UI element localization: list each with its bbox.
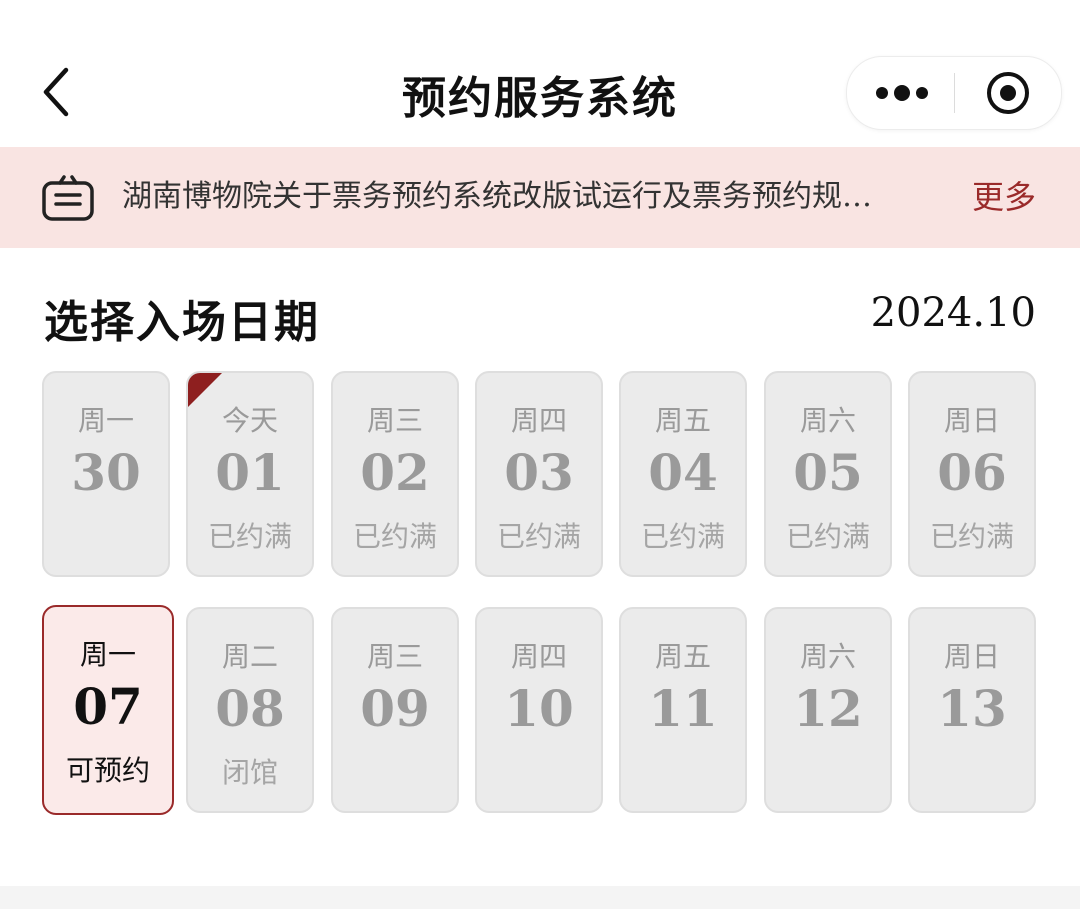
day-weekday: 周二 [221,640,278,673]
day-status: 已约满 [352,520,437,553]
day-weekday: 周日 [943,404,1000,437]
announcement-icon [42,175,94,221]
day-status: 闭馆 [221,756,278,789]
day-date: 04 [648,443,718,502]
notice-bar[interactable]: 湖南博物院关于票务预约系统改版试运行及票务预约规… 更多 [0,147,1080,248]
day-date: 05 [793,443,863,502]
day-status: 已约满 [496,520,581,553]
day-date: 09 [360,679,430,738]
day-weekday: 周六 [799,640,856,673]
close-target-icon [987,72,1029,114]
day-status: 已约满 [929,520,1014,553]
day-card-12: 周六 12 [764,607,892,813]
day-card-30: 周一 30 [42,371,170,577]
day-weekday: 周四 [510,404,567,437]
day-card-02: 周三 02 已约满 [331,371,459,577]
navigation-bar: 预约服务系统 [0,0,1080,147]
day-card-10: 周四 10 [475,607,603,813]
day-weekday: 周六 [799,404,856,437]
day-card-11: 周五 11 [619,607,747,813]
day-card-06: 周日 06 已约满 [908,371,1036,577]
day-card-13: 周日 13 [908,607,1036,813]
day-weekday: 周五 [654,640,711,673]
day-date: 12 [793,679,863,738]
mini-program-capsule [846,56,1062,130]
day-weekday: 周四 [510,640,567,673]
day-date: 02 [360,443,430,502]
day-card-05: 周六 05 已约满 [764,371,892,577]
day-date: 10 [504,679,574,738]
day-weekday: 周五 [654,404,711,437]
day-weekday: 周三 [366,640,423,673]
close-button[interactable] [955,57,1061,129]
more-button[interactable] [847,57,954,129]
day-weekday: 今天 [221,404,278,437]
day-status: 已约满 [785,520,870,553]
day-date: 06 [937,443,1007,502]
day-date: 07 [73,677,143,736]
day-date: 30 [71,443,141,502]
day-status: 已约满 [640,520,725,553]
day-date: 13 [937,679,1007,738]
day-card-04: 周五 04 已约满 [619,371,747,577]
day-weekday: 周日 [943,640,1000,673]
day-card-07[interactable]: 周一 07 可预约 [42,605,174,815]
day-date: 01 [215,443,285,502]
day-card-09: 周三 09 [331,607,459,813]
day-card-08: 周二 08 闭馆 [186,607,314,813]
bottom-bar [0,886,1080,909]
day-weekday: 周一 [79,638,136,671]
day-status: 已约满 [207,520,292,553]
day-weekday: 周一 [77,404,134,437]
more-dots-icon [876,85,928,101]
day-weekday: 周三 [366,404,423,437]
notice-more-link[interactable]: 更多 [972,175,1036,219]
day-status: 可预约 [65,754,150,787]
day-date: 11 [648,679,718,738]
day-date: 08 [215,679,285,738]
day-card-03: 周四 03 已约满 [475,371,603,577]
notice-text[interactable]: 湖南博物院关于票务预约系统改版试运行及票务预约规… [122,175,942,219]
section-title: 选择入场日期 [44,297,320,348]
day-date: 03 [504,443,574,502]
day-card-01: 今天 01 已约满 [186,371,314,577]
month-label: 2024.10 [870,290,1036,336]
